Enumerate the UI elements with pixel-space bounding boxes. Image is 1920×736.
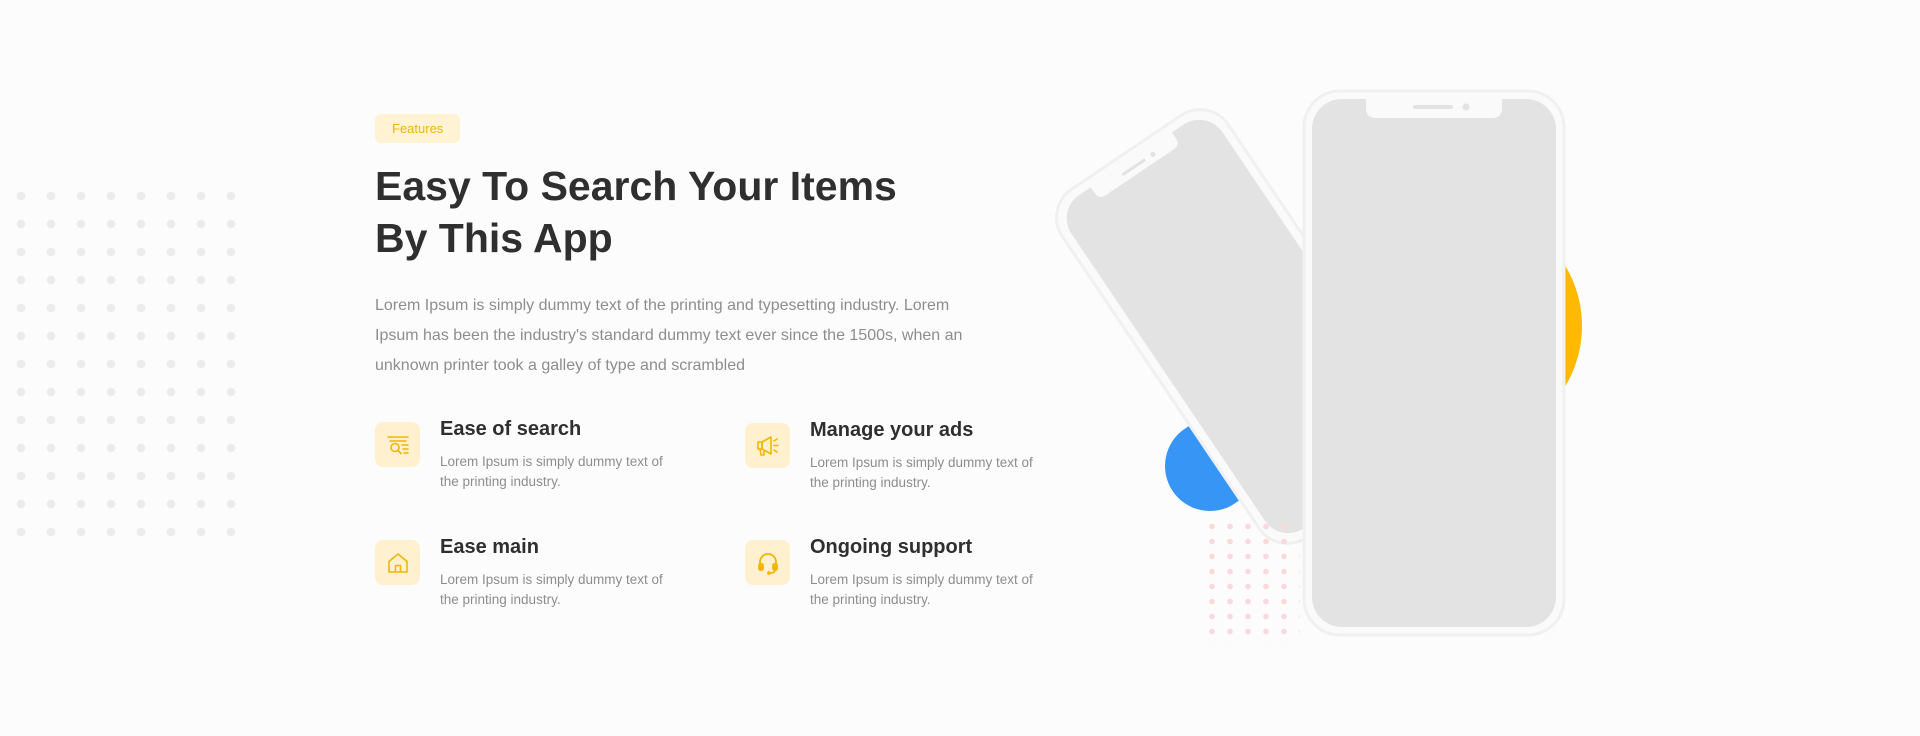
feature-text: Lorem Ipsum is simply dummy text of the … (440, 572, 663, 607)
feature-title: Manage your ads (810, 419, 974, 441)
section-intro: Lorem Ipsum is simply dummy text of the … (375, 297, 963, 374)
heading-line-2: By This App (375, 215, 613, 261)
dot-pattern-right (1200, 516, 1300, 644)
feature-text: Lorem Ipsum is simply dummy text of the … (810, 572, 1033, 607)
feature-title: Ease main (440, 536, 539, 558)
feature-text: Lorem Ipsum is simply dummy text of the … (440, 454, 663, 489)
feature-text: Lorem Ipsum is simply dummy text of the … (810, 455, 1033, 490)
search-list-icon (375, 422, 420, 467)
section-heading: Easy To Search Your Items By This App (375, 160, 975, 264)
phones-illustration (1055, 89, 1582, 637)
feature-title: Ongoing support (810, 536, 973, 558)
home-icon (375, 540, 420, 585)
feature-title: Ease of search (440, 418, 582, 440)
heading-line-1: Easy To Search Your Items (375, 163, 897, 209)
headset-icon (745, 540, 790, 585)
features-section: Features Easy To Search Your Items By Th… (0, 0, 1920, 736)
dot-pattern-left (0, 176, 250, 556)
features-badge: Features (375, 114, 461, 143)
megaphone-icon (745, 423, 790, 468)
front-phone (1302, 89, 1566, 637)
